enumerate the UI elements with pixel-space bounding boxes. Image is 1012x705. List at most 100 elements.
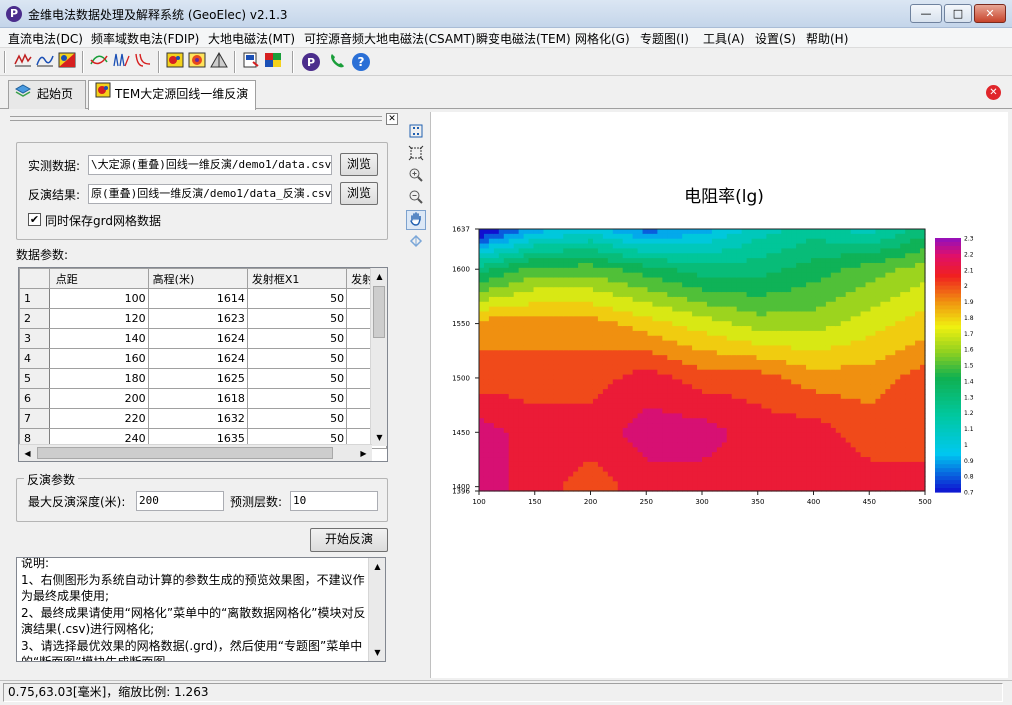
tab-start-page[interactable]: 起始页 <box>8 80 86 109</box>
scroll-down-arrow-icon[interactable]: ▼ <box>371 429 387 446</box>
pan-hand-icon[interactable] <box>406 210 426 230</box>
section-map-icon[interactable] <box>56 51 78 73</box>
help-icon[interactable]: ? <box>350 51 372 73</box>
heatmap-cell <box>647 408 654 414</box>
tem-decay-icon[interactable] <box>132 51 154 73</box>
grid-horizontal-scrollbar[interactable]: ◀ ▶ <box>19 444 372 461</box>
menu-dc[interactable]: 直流电法(DC) <box>8 30 83 47</box>
menu-settings[interactable]: 设置(S) <box>755 30 796 47</box>
table-row[interactable]: 3 140 1624 50 <box>19 328 387 349</box>
contour-map-icon[interactable] <box>186 51 208 73</box>
menu-mt[interactable]: 大地电磁法(MT) <box>208 30 295 47</box>
product-logo-icon[interactable]: P <box>300 51 322 73</box>
heatmap-cell <box>880 316 886 322</box>
scroll-down-arrow-icon[interactable]: ▼ <box>369 644 385 661</box>
table-cell[interactable]: 50 <box>246 308 348 329</box>
column-header[interactable]: 发射框X1 <box>246 268 348 289</box>
table-cell[interactable]: 1625 <box>147 368 248 389</box>
menu-csamt[interactable]: 可控源音频大地电磁法(CSAMT) <box>304 30 475 47</box>
scroll-up-arrow-icon[interactable]: ▲ <box>371 268 387 285</box>
browse-data-button[interactable]: 浏览 <box>340 153 378 176</box>
heatmap-cell <box>667 476 673 482</box>
zoom-out-icon[interactable] <box>406 188 426 208</box>
scroll-left-arrow-icon[interactable]: ◀ <box>19 445 36 461</box>
layers-field[interactable]: 10 <box>290 491 378 511</box>
table-cell[interactable]: 50 <box>246 408 348 429</box>
table-row[interactable]: 7 220 1632 50 <box>19 408 387 429</box>
table-row[interactable]: 1 100 1614 50 <box>19 288 387 309</box>
heatmap-cell <box>711 229 718 235</box>
heatmap-cell <box>528 355 535 361</box>
table-cell[interactable]: 50 <box>246 288 348 309</box>
table-row[interactable]: 5 180 1625 50 <box>19 368 387 389</box>
data-file-field[interactable]: \大定源(重叠)回线一维反演/demo1/data.csv <box>88 155 332 175</box>
data-grid[interactable]: 点距 高程(米) 发射框X1 发射 1 100 1614 50 2 120 1623 50 … <box>18 267 388 462</box>
table-cell[interactable]: 50 <box>246 388 348 409</box>
notes-textbox[interactable]: 说明: 1、右侧图形为系统自动计算的参数生成的预览效果图，不建议作为最终成果使用… <box>16 557 386 662</box>
panel-grip[interactable] <box>10 116 382 121</box>
heatmap-cell <box>781 384 787 390</box>
max-depth-field[interactable]: 200 <box>136 491 224 511</box>
heatmap-cell <box>711 355 718 361</box>
phone-icon[interactable] <box>326 51 348 73</box>
column-header[interactable]: 点距 <box>48 268 149 289</box>
export-icon[interactable] <box>240 51 262 73</box>
maximize-button[interactable]: □ <box>944 4 972 23</box>
scroll-up-arrow-icon[interactable]: ▲ <box>369 558 385 575</box>
menu-tools[interactable]: 工具(A) <box>703 30 745 47</box>
table-cell[interactable]: 120 <box>48 308 149 329</box>
menu-help[interactable]: 帮助(H) <box>806 30 848 47</box>
menu-gridding[interactable]: 网格化(G) <box>575 30 630 47</box>
menu-fdip[interactable]: 频率域数电法(FDIP) <box>91 30 199 47</box>
table-cell[interactable]: 160 <box>48 348 149 369</box>
scroll-thumb[interactable] <box>373 286 385 338</box>
start-inversion-button[interactable]: 开始反演 <box>310 528 388 552</box>
save-grd-checkbox[interactable]: ✔ <box>28 213 41 226</box>
table-row[interactable]: 4 160 1624 50 <box>19 348 387 369</box>
menu-tem[interactable]: 瞬变电磁法(TEM) <box>476 30 571 47</box>
scroll-thumb[interactable] <box>37 447 333 459</box>
tab-tem-inversion[interactable]: TEM大定源回线一维反演 <box>88 80 256 110</box>
preview-canvas[interactable]: 电阻率(lg) 100 150 200 250 300 350 400 450 500 1637… <box>430 112 1008 678</box>
refresh-view-icon[interactable] <box>406 232 426 252</box>
grid-map-icon[interactable] <box>164 51 186 73</box>
dc-curve-icon[interactable] <box>12 51 34 73</box>
table-cell[interactable]: 50 <box>246 348 348 369</box>
table-cell[interactable]: 1614 <box>147 288 248 309</box>
table-row[interactable]: 6 200 1618 50 <box>19 388 387 409</box>
close-tab-icon[interactable]: ✕ <box>986 85 1001 100</box>
table-cell[interactable]: 100 <box>48 288 149 309</box>
table-cell[interactable]: 50 <box>246 368 348 389</box>
column-header[interactable]: 高程(米) <box>147 268 248 289</box>
table-cell[interactable]: 180 <box>48 368 149 389</box>
scroll-right-arrow-icon[interactable]: ▶ <box>355 445 372 461</box>
colors-icon[interactable] <box>262 51 284 73</box>
table-row[interactable]: 2 120 1623 50 <box>19 308 387 329</box>
table-cell[interactable]: 1624 <box>147 328 248 349</box>
ip-curve-icon[interactable] <box>34 51 56 73</box>
full-extent-icon[interactable] <box>406 144 426 164</box>
csamt-curves-icon[interactable] <box>110 51 132 73</box>
table-cell[interactable]: 1632 <box>147 408 248 429</box>
minimize-button[interactable]: — <box>910 4 942 23</box>
triangle-icon[interactable] <box>208 51 230 73</box>
table-cell[interactable]: 1624 <box>147 348 248 369</box>
heatmap-cell <box>523 326 530 332</box>
browse-result-button[interactable]: 浏览 <box>340 182 378 205</box>
table-cell[interactable]: 1623 <box>147 308 248 329</box>
panel-close-button[interactable]: ✕ <box>386 113 398 125</box>
heatmap-cell <box>781 321 787 327</box>
table-cell[interactable]: 140 <box>48 328 149 349</box>
notes-vertical-scrollbar[interactable]: ▲ ▼ <box>368 558 385 661</box>
grid-vertical-scrollbar[interactable]: ▲ ▼ <box>370 268 387 446</box>
mt-curves-icon[interactable] <box>88 51 110 73</box>
table-cell[interactable]: 1618 <box>147 388 248 409</box>
zoom-in-icon[interactable] <box>406 166 426 186</box>
table-cell[interactable]: 220 <box>48 408 149 429</box>
table-cell[interactable]: 50 <box>246 328 348 349</box>
menu-thematic-map[interactable]: 专题图(I) <box>640 30 689 47</box>
table-cell[interactable]: 200 <box>48 388 149 409</box>
result-file-field[interactable]: 原(重叠)回线一维反演/demo1/data_反演.csv <box>88 184 332 204</box>
fit-view-icon[interactable] <box>406 122 426 142</box>
close-window-button[interactable]: ✕ <box>974 4 1006 23</box>
